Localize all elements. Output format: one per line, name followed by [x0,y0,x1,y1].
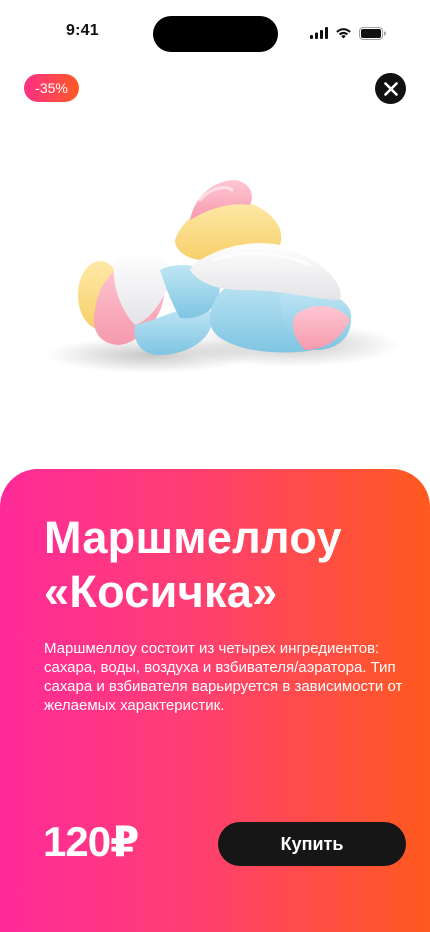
buy-button[interactable]: Купить [218,822,406,866]
product-title-line-1: Маршмеллоу [44,512,342,563]
product-price: 120₽ [43,818,139,865]
battery-icon [359,26,386,40]
product-description: Маршмеллоу состоит из четырех ингредиент… [44,640,403,714]
product-card: Маршмеллоу «Косичка» Маршмеллоу состоит … [0,469,430,932]
cellular-signal-icon [310,27,328,39]
product-title-line-2: «Косичка» [44,566,278,617]
status-time: 9:41 [66,22,99,39]
marshmallow-image [45,180,400,373]
dynamic-island [153,16,278,52]
close-button[interactable] [375,73,406,104]
close-icon [383,81,398,96]
product-title: Маршмеллоу «Косичка» [44,511,404,619]
status-bar: 9:41 [0,0,430,62]
discount-badge: -35% [24,74,79,102]
status-icons [310,25,386,41]
wifi-icon [336,28,351,39]
